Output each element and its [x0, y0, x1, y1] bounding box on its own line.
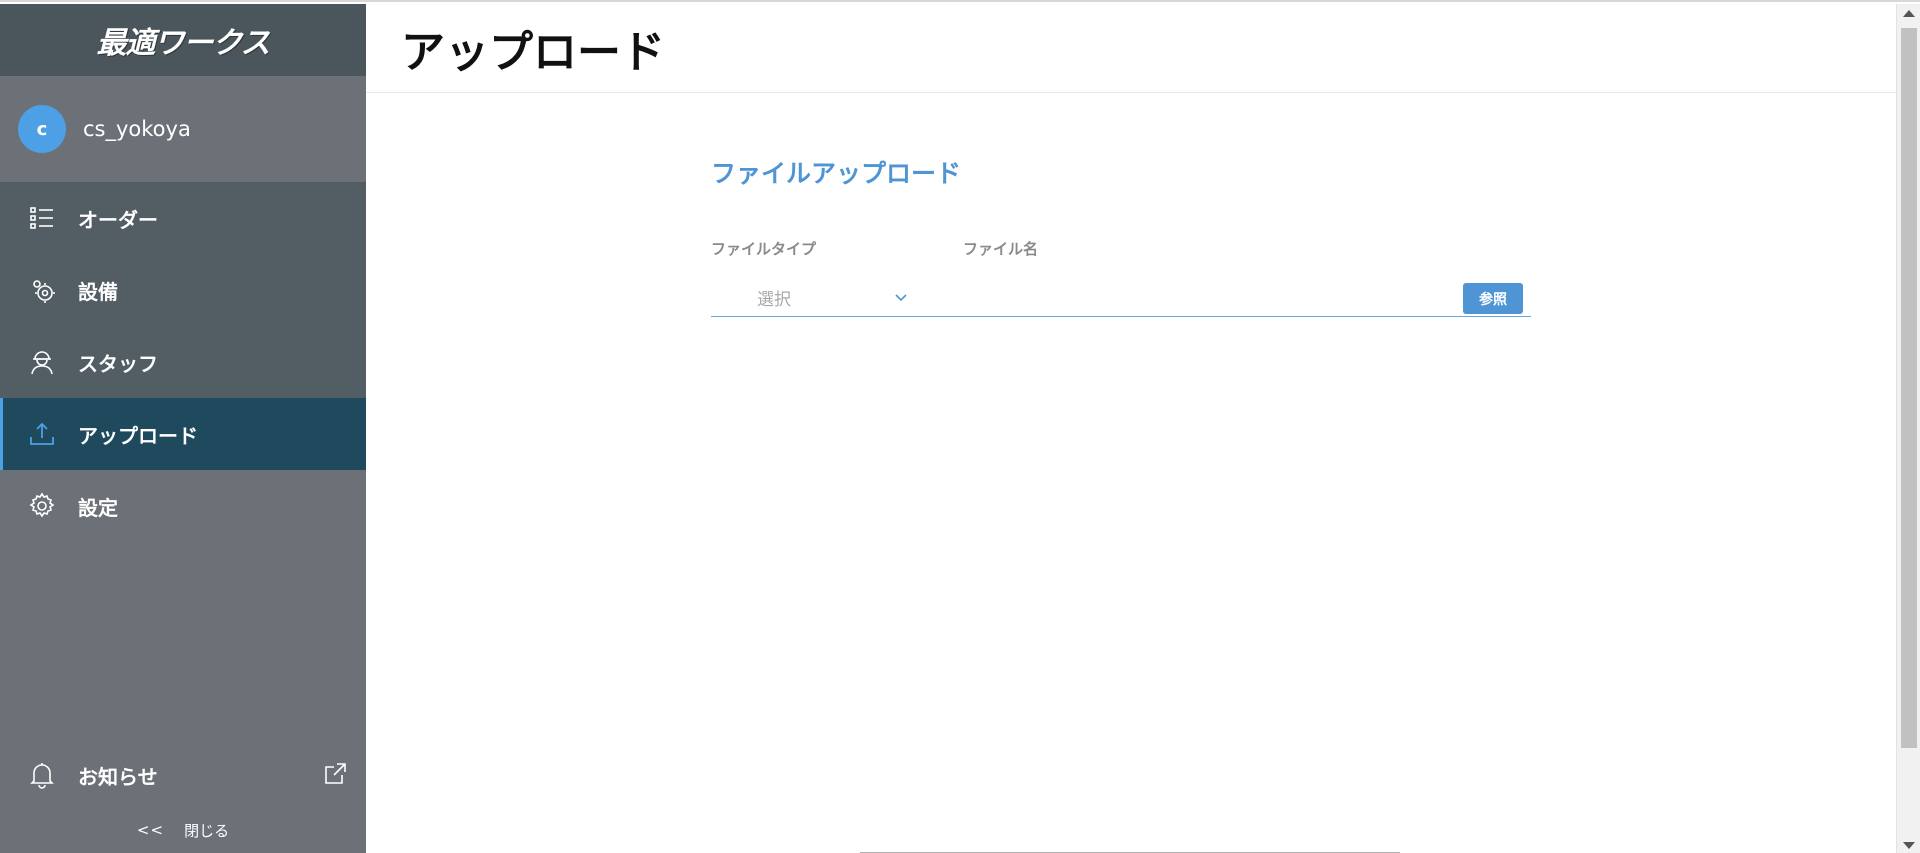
sidebar-item-upload[interactable]: アップロード	[0, 398, 366, 470]
notice-label: お知らせ	[78, 764, 158, 789]
sidebar-item-label: オーダー	[78, 207, 158, 232]
browse-button[interactable]: 参照	[1463, 283, 1523, 314]
sidebar-item-orders[interactable]: オーダー	[0, 182, 366, 254]
sidebar-item-label: スタッフ	[78, 351, 158, 376]
section-title: ファイルアップロード	[711, 159, 962, 188]
logo-bar[interactable]: 最適ワークス	[0, 4, 366, 76]
sidebar-item-notice[interactable]: お知らせ	[0, 739, 366, 811]
file-type-select[interactable]: 選択	[711, 279, 916, 317]
upload-icon	[28, 420, 56, 448]
username: cs_yokoya	[83, 117, 191, 141]
scroll-up-arrow-icon[interactable]	[1903, 10, 1915, 17]
chevron-down-icon	[894, 288, 908, 308]
settings-icon	[28, 492, 56, 520]
external-link-icon[interactable]	[322, 761, 348, 787]
bell-icon	[28, 761, 56, 789]
sidebar-item-staff[interactable]: スタッフ	[0, 326, 366, 398]
gear-cog-icon	[28, 276, 56, 304]
double-chevron-left-icon: <<	[136, 821, 165, 839]
list-icon	[28, 204, 56, 232]
sidebar-nav: オーダー 設備 スタッフ アップロード 設定	[0, 182, 366, 542]
sidebar-item-label: 設定	[78, 495, 118, 520]
collapse-sidebar-button[interactable]: << 閉じる	[0, 812, 366, 848]
form-row: 選択 参照	[711, 278, 1531, 317]
page-header: アップロード	[366, 4, 1896, 93]
file-type-select-value: 選択	[757, 290, 791, 310]
logo: 最適ワークス	[96, 26, 270, 61]
page-title: アップロード	[401, 27, 665, 78]
sidebar: 最適ワークス c cs_yokoya オーダー 設備 スタッフ アップロード 設…	[0, 4, 366, 853]
collapse-label: 閉じる	[184, 821, 230, 840]
app-root: 最適ワークス c cs_yokoya オーダー 設備 スタッフ アップロード 設…	[0, 0, 1920, 853]
vertical-scrollbar[interactable]	[1896, 4, 1920, 853]
upload-form: ファイルアップロード ファイルタイプ ファイル名 選択 参照	[711, 154, 1531, 317]
form-labels: ファイルタイプ ファイル名	[711, 238, 1531, 259]
user-profile[interactable]: c cs_yokoya	[0, 76, 366, 182]
file-name-field[interactable]	[916, 278, 1531, 317]
scroll-down-arrow-icon[interactable]	[1903, 842, 1915, 849]
scroll-thumb[interactable]	[1901, 28, 1917, 748]
sidebar-item-label: アップロード	[78, 423, 198, 448]
sidebar-item-equipment[interactable]: 設備	[0, 254, 366, 326]
sidebar-item-settings[interactable]: 設定	[0, 470, 366, 542]
avatar: c	[18, 105, 66, 153]
main-area: アップロード ファイルアップロード ファイルタイプ ファイル名 選択 参照	[366, 4, 1896, 853]
sidebar-item-label: 設備	[78, 279, 118, 304]
file-name-label: ファイル名	[963, 240, 1039, 258]
file-type-label: ファイルタイプ	[711, 240, 817, 258]
worker-icon	[28, 348, 56, 376]
